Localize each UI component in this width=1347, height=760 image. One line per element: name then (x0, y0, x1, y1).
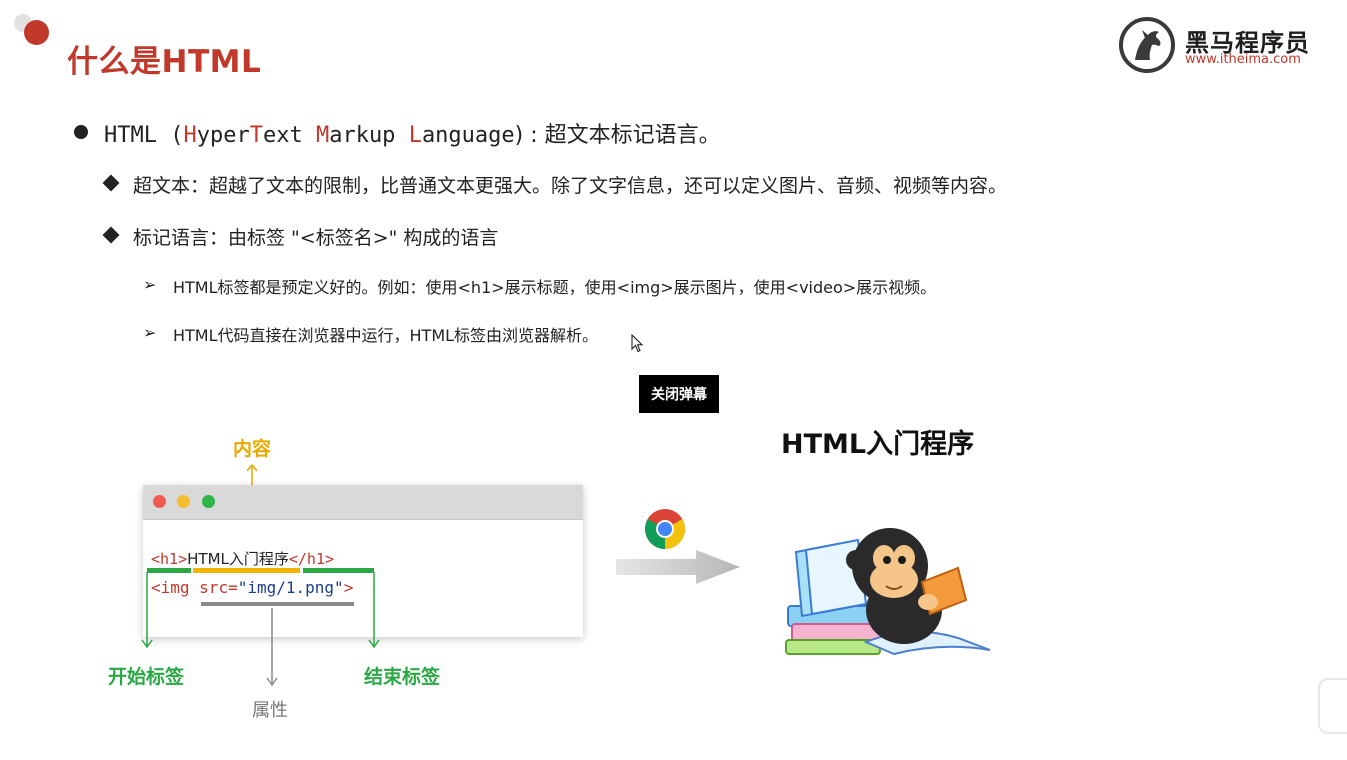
slide-title: 什么是HTML (67, 44, 262, 80)
chrome-browser-icon (645, 509, 685, 549)
bullet-html-definition: HTML (HyperText Markup Language) : 超文本标记… (104, 123, 721, 148)
attribute-arrow (266, 608, 278, 687)
diamond-bullet (102, 226, 120, 244)
close-dot-icon (153, 495, 166, 508)
content-underline (193, 568, 300, 573)
end-tag-arrow (368, 572, 380, 649)
mouse-cursor-icon (631, 334, 644, 353)
code-h1-line: <h1>HTML入门程序</h1> (151, 550, 335, 568)
minimize-dot-icon (177, 495, 190, 508)
start-tag-arrow (141, 572, 153, 649)
end-tag-underline (303, 568, 374, 573)
flow-arrow-icon (616, 550, 740, 584)
arrow-bullet-icon: ➢ (143, 323, 157, 342)
monkey-reading-books-illustration (785, 528, 991, 656)
result-title: HTML入门程序 (781, 429, 975, 460)
arrow-bullet-icon: ➢ (143, 275, 157, 294)
code-img-line: <img src="img/1.png"> (151, 578, 354, 597)
detail-predefined-tags: HTML标签都是预定义好的。例如：使用<h1>展示标题，使用<img>展示图片，… (173, 278, 937, 297)
diamond-bullet (102, 174, 120, 192)
start-tag-underline (147, 568, 191, 573)
brand-url: www.itheima.com (1185, 52, 1301, 67)
label-attribute: 属性 (252, 700, 288, 721)
detail-browser-parse: HTML代码直接在浏览器中运行，HTML标签由浏览器解析。 (173, 326, 599, 345)
brand-logo: 黑马程序员 www.itheima.com (1119, 17, 1334, 73)
horse-logo-icon (1119, 17, 1175, 73)
sub-bullet-markup: 标记语言：由标签 "<标签名>" 构成的语言 (133, 227, 499, 249)
bullet-dot (74, 125, 88, 139)
label-start-tag: 开始标签 (108, 666, 185, 688)
sub-bullet-hypertext: 超文本：超越了文本的限制，比普通文本更强大。除了文字信息，还可以定义图片、音频、… (133, 175, 1008, 197)
maximize-dot-icon (202, 495, 215, 508)
label-end-tag: 结束标签 (364, 666, 441, 688)
browser-window: <h1>HTML入门程序</h1> <img src="img/1.png"> (143, 485, 583, 637)
close-danmaku-button[interactable]: 关闭弹幕 (639, 375, 719, 413)
browser-titlebar (143, 485, 583, 520)
label-content: 内容 (233, 438, 272, 460)
side-panel-handle[interactable] (1318, 678, 1347, 734)
decor-dot-red (24, 20, 49, 45)
